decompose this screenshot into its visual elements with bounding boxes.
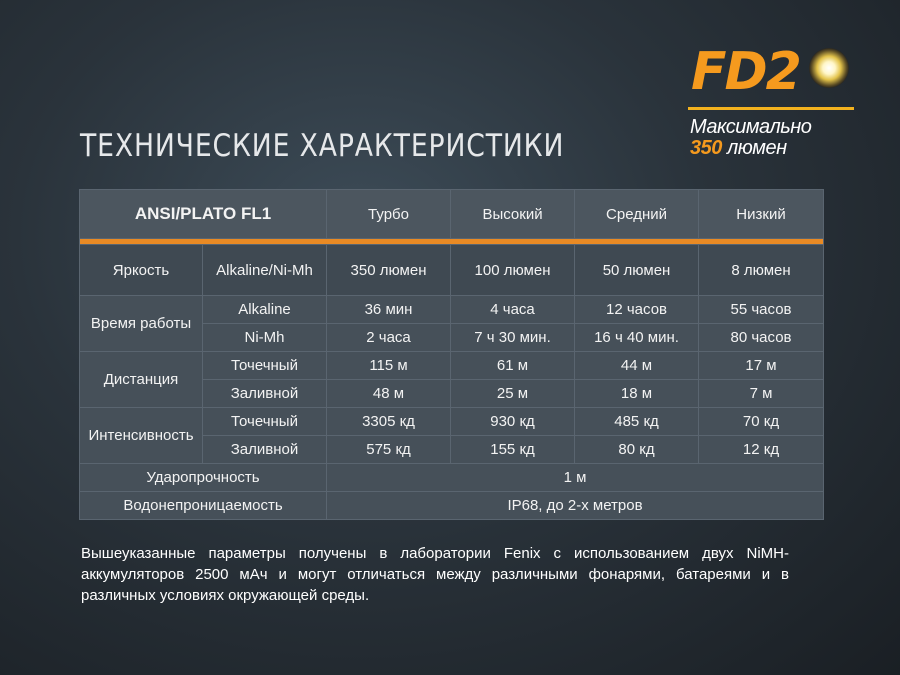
- table-cell: 7 м: [698, 379, 825, 408]
- table-cell: 350 люмен: [326, 244, 452, 296]
- sub-label: Alkaline: [201, 295, 328, 324]
- table-row: Яркость Alkaline/Ni-Mh 350 люмен 100 люм…: [79, 244, 825, 296]
- table-cell: 50 люмен: [574, 244, 700, 296]
- sub-label: Заливной: [201, 435, 328, 464]
- page-title: ТЕХНИЧЕСКИЕ ХАРАКТЕРИСТИКИ: [80, 128, 565, 164]
- row-label-waterproof: Водонепроницаемость: [78, 491, 328, 520]
- table-cell: 115 м: [326, 351, 452, 380]
- specs-table: ANSI/PLATO FL1 Турбо Высокий Средний Низ…: [78, 189, 825, 520]
- max-output-value: 350 люмен: [690, 137, 787, 160]
- row-label-brightness: Яркость: [79, 244, 203, 296]
- table-cell: 100 люмен: [450, 244, 576, 296]
- table-cell: 44 м: [574, 351, 700, 380]
- table-cell: 485 кд: [574, 407, 700, 436]
- table-cell: 48 м: [326, 379, 452, 408]
- table-cell: 12 кд: [698, 435, 825, 464]
- brand-logo: FD2 Максимально 350 люмен: [688, 40, 858, 165]
- table-cell: 3305 кд: [326, 407, 452, 436]
- mode-header-low: Низкий: [698, 189, 825, 239]
- table-row: Водонепроницаемость IP68, до 2-х метров: [78, 491, 825, 520]
- brand-underline: [688, 107, 854, 110]
- max-lumens-unit: люмен: [726, 137, 787, 159]
- table-cell: 61 м: [450, 351, 576, 380]
- table-cell: 70 кд: [698, 407, 825, 436]
- waterproof-value: IP68, до 2-х метров: [326, 491, 825, 520]
- table-cell: 55 часов: [698, 295, 825, 324]
- table-cell: 8 люмен: [698, 244, 825, 296]
- battery-label: Alkaline/Ni-Mh: [201, 244, 328, 296]
- sub-label: Точечный: [201, 351, 328, 380]
- table-cell: 18 м: [574, 379, 700, 408]
- row-label-distance: Дистанция: [79, 351, 203, 408]
- table-row: Время работы Alkaline 36 мин 4 часа 12 ч…: [79, 295, 825, 352]
- sub-label: Точечный: [201, 407, 328, 436]
- table-cell: 575 кд: [326, 435, 452, 464]
- flashlight-lens-icon: [809, 48, 849, 88]
- row-label-intensity: Интенсивность: [79, 407, 203, 464]
- mode-header-medium: Средний: [574, 189, 700, 239]
- table-cell: 930 кд: [450, 407, 576, 436]
- table-header-row: ANSI/PLATO FL1 Турбо Высокий Средний Низ…: [78, 189, 825, 239]
- standard-header: ANSI/PLATO FL1: [78, 189, 328, 239]
- table-cell: 25 м: [450, 379, 576, 408]
- table-cell: 80 кд: [574, 435, 700, 464]
- footnote: Вышеуказанные параметры получены в лабор…: [81, 545, 789, 604]
- max-output-label: Максимально: [690, 116, 812, 138]
- table-cell: 16 ч 40 мин.: [574, 323, 700, 352]
- table-row: Дистанция Точечный 115 м 61 м 44 м 17 м: [79, 351, 825, 408]
- row-label-impact: Ударопрочность: [78, 463, 328, 492]
- row-label-runtime: Время работы: [79, 295, 203, 352]
- model-name: FD2: [691, 42, 802, 102]
- sub-label: Заливной: [201, 379, 328, 408]
- table-cell: 4 часа: [450, 295, 576, 324]
- mode-header-turbo: Турбо: [326, 189, 452, 239]
- table-row: Ударопрочность 1 м: [78, 463, 825, 492]
- table-row: Интенсивность Точечный 3305 кд 930 кд 48…: [79, 407, 825, 464]
- impact-value: 1 м: [326, 463, 825, 492]
- sub-label: Ni-Mh: [201, 323, 328, 352]
- table-cell: 7 ч 30 мин.: [450, 323, 576, 352]
- table-cell: 2 часа: [326, 323, 452, 352]
- table-cell: 12 часов: [574, 295, 700, 324]
- table-cell: 155 кд: [450, 435, 576, 464]
- table-cell: 36 мин: [326, 295, 452, 324]
- table-cell: 17 м: [698, 351, 825, 380]
- max-lumens-number: 350: [690, 137, 722, 159]
- mode-header-high: Высокий: [450, 189, 576, 239]
- table-cell: 80 часов: [698, 323, 825, 352]
